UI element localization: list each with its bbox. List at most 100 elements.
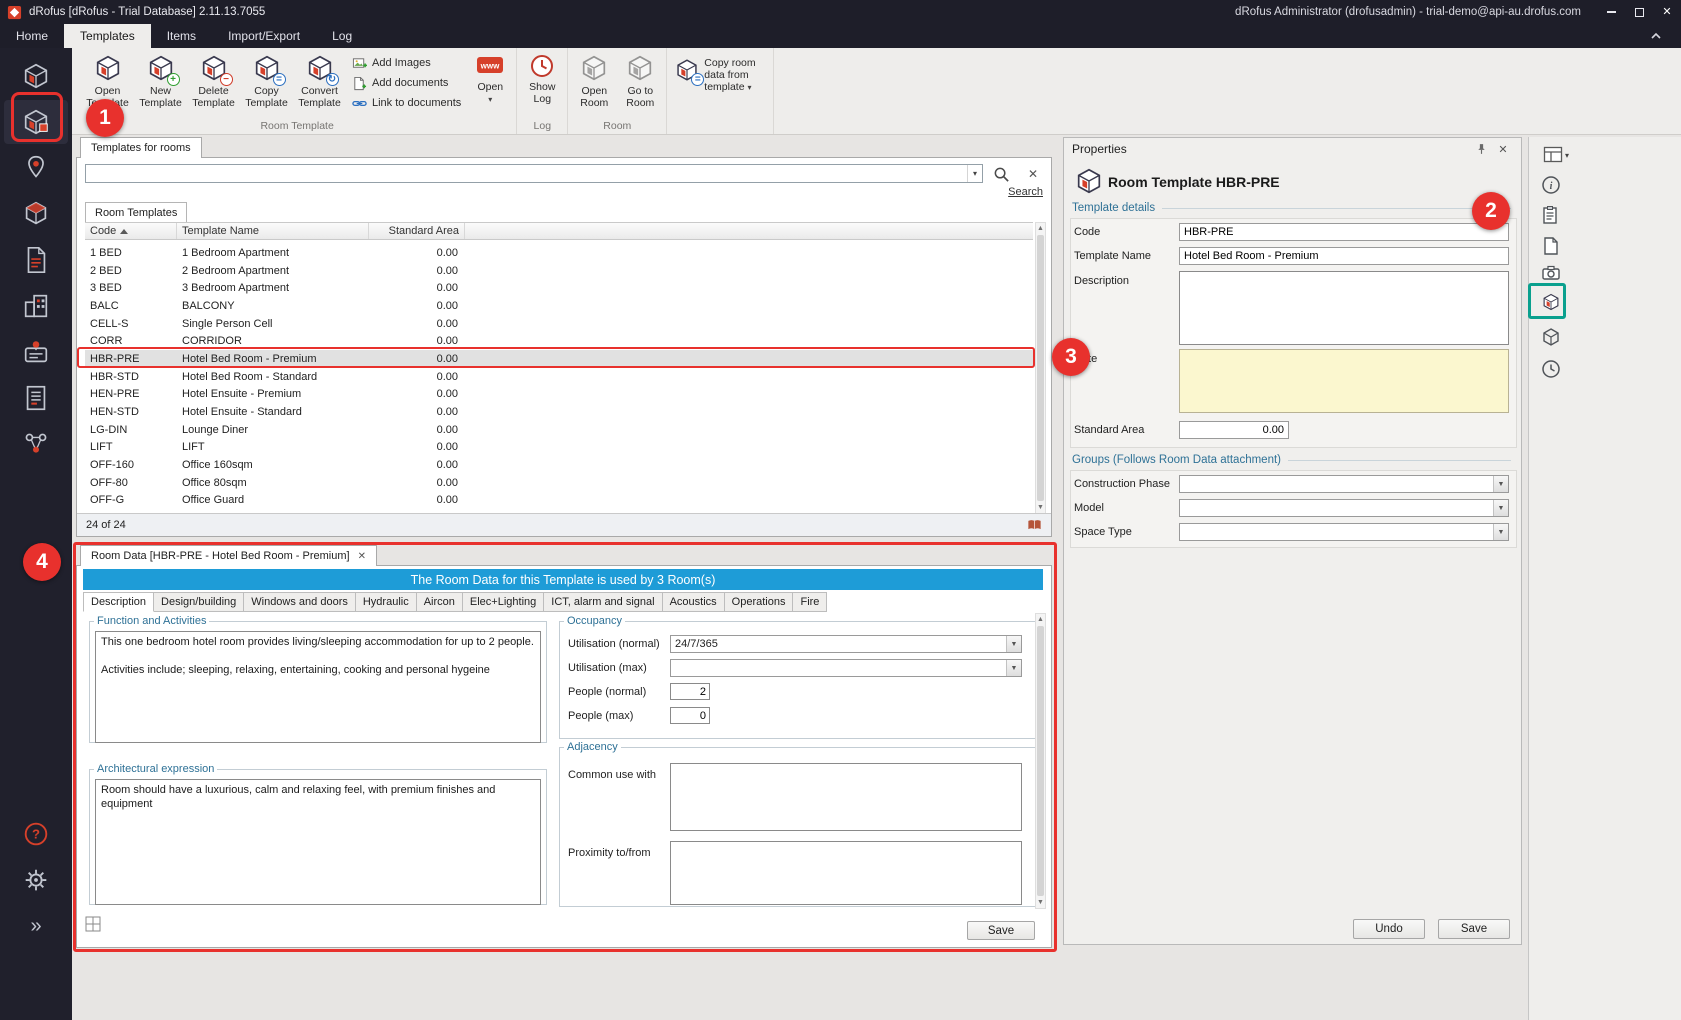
undo-button[interactable]: Undo [1353, 919, 1425, 939]
column-header-template-name[interactable]: Template Name [177, 223, 369, 239]
sidebar-item-documents[interactable] [4, 238, 68, 282]
note-textarea[interactable] [1179, 349, 1509, 413]
column-header-code[interactable]: Code [85, 223, 177, 239]
pin-panel-button[interactable] [1471, 139, 1491, 159]
standard-area-input[interactable] [1179, 421, 1289, 439]
minimize-button[interactable] [1597, 0, 1625, 24]
tab-home[interactable]: Home [0, 24, 64, 48]
copy-template-button[interactable]: = Copy Template [240, 49, 293, 115]
sidebar-item-systems[interactable] [4, 330, 68, 374]
chevron-down-icon: ▼ [1493, 476, 1508, 492]
www-icon: www [476, 53, 504, 79]
templates-for-rooms-tab[interactable]: Templates for rooms [80, 137, 202, 158]
construction-phase-select[interactable]: ▼ [1179, 475, 1509, 493]
code-input[interactable] [1179, 223, 1509, 241]
close-button[interactable]: ✕ [1653, 0, 1681, 24]
table-row[interactable]: HBR-STD Hotel Bed Room - Standard 0.00 [85, 368, 1033, 386]
template-search-input[interactable] [86, 166, 967, 181]
groups-section: Groups (Follows Room Data attachment) [1072, 454, 1511, 466]
convert-template-button[interactable]: ↻ Convert Template [293, 49, 346, 115]
history-tab[interactable] [1534, 355, 1568, 383]
clock-icon [1541, 359, 1561, 379]
close-panel-button[interactable]: ✕ [1493, 139, 1513, 159]
cell-template-name: Lounge Diner [177, 424, 369, 436]
clear-search-button[interactable]: ✕ [1023, 164, 1043, 184]
log-book-icon[interactable] [1027, 518, 1042, 532]
close-icon: ✕ [1028, 167, 1038, 181]
column-header-standard-area[interactable]: Standard Area [369, 223, 465, 239]
buildings-icon [21, 291, 51, 321]
cell-template-name: Hotel Bed Room - Standard [177, 371, 369, 383]
table-row[interactable]: OFF-160 Office 160sqm 0.00 [85, 456, 1033, 474]
sidebar-item-products[interactable] [4, 192, 68, 236]
table-row[interactable]: 2 BED 2 Bedroom Apartment 0.00 [85, 262, 1033, 280]
close-icon: ✕ [1498, 143, 1507, 156]
tab-import-export[interactable]: Import/Export [212, 24, 316, 48]
copy-template-label: Copy Template [240, 85, 293, 109]
sidebar-item-settings[interactable] [4, 858, 68, 902]
description-textarea[interactable] [1179, 271, 1509, 345]
annotation-box-row [77, 347, 1035, 368]
table-row[interactable]: 3 BED 3 Bedroom Apartment 0.00 [85, 279, 1033, 297]
documents-tab[interactable] [1534, 232, 1568, 260]
annotation-badge-4: 4 [23, 543, 61, 581]
add-images-button[interactable]: Add Images [352, 55, 461, 71]
sidebar-item-contacts[interactable] [4, 422, 68, 466]
table-row[interactable]: OFF-G Office Guard 0.00 [85, 492, 1033, 510]
link-to-documents-button[interactable]: Link to documents [352, 95, 461, 111]
chevron-up-icon [1650, 31, 1662, 41]
code-label: Code [1074, 226, 1100, 238]
room-templates-tab[interactable]: Room Templates [85, 202, 187, 222]
table-row[interactable]: LG-DIN Lounge Diner 0.00 [85, 421, 1033, 439]
table-row[interactable]: BALC BALCONY 0.00 [85, 297, 1033, 315]
properties-save-button[interactable]: Save [1438, 919, 1510, 939]
view-layout-button[interactable]: ▾ [1534, 141, 1578, 169]
table-row[interactable]: HEN-PRE Hotel Ensuite - Premium 0.00 [85, 386, 1033, 404]
open-room-button[interactable]: Open Room [571, 49, 617, 115]
show-log-button[interactable]: Show Log [520, 49, 564, 115]
tab-templates[interactable]: Templates [64, 24, 151, 48]
add-documents-button[interactable]: Add documents [352, 75, 461, 91]
space-type-select[interactable]: ▼ [1179, 523, 1509, 541]
template-name-input[interactable] [1179, 247, 1509, 265]
table-row[interactable]: OFF-80 Office 80sqm 0.00 [85, 474, 1033, 492]
sidebar-item-expand[interactable]: » [4, 904, 68, 948]
table-row[interactable]: HEN-STD Hotel Ensuite - Standard 0.00 [85, 403, 1033, 421]
title-bar: dRofus [dRofus - Trial Database] 2.11.13… [0, 0, 1681, 24]
double-chevron-icon: » [30, 915, 41, 938]
new-template-button[interactable]: + New Template [134, 49, 187, 115]
model-select[interactable]: ▼ [1179, 499, 1509, 517]
sidebar-item-buildings[interactable] [4, 284, 68, 328]
ribbon-group-room: Open Room Go to Room Room [568, 48, 667, 134]
table-row[interactable]: CELL-S Single Person Cell 0.00 [85, 315, 1033, 333]
copy-room-data-button[interactable]: = Copy room data from template ▾ [670, 49, 770, 94]
add-images-label: Add Images [372, 57, 431, 69]
maximize-button[interactable] [1625, 0, 1653, 24]
www-open-button[interactable]: www Open ▾ [467, 49, 513, 115]
sidebar-item-reports[interactable] [4, 376, 68, 420]
open-room-label: Open Room [571, 85, 617, 109]
properties-save-label: Save [1461, 923, 1487, 935]
cell-template-name: 1 Bedroom Apartment [177, 247, 369, 259]
room-data-sheet-tab[interactable] [1534, 201, 1568, 229]
scrollbar-thumb[interactable] [1037, 235, 1044, 501]
sidebar-item-items[interactable] [4, 146, 68, 190]
model-tab[interactable] [1534, 323, 1568, 351]
tab-log[interactable]: Log [316, 24, 368, 48]
search-link[interactable]: Search [1008, 186, 1043, 198]
table-row[interactable]: LIFT LIFT 0.00 [85, 439, 1033, 457]
info-icon: i [1541, 175, 1561, 195]
table-row[interactable]: 1 BED 1 Bedroom Apartment 0.00 [85, 244, 1033, 262]
search-button[interactable] [991, 164, 1011, 184]
info-tab[interactable]: i [1534, 171, 1568, 199]
collapse-ribbon-button[interactable] [1647, 29, 1665, 43]
table-scrollbar[interactable]: ▲ ▼ [1035, 222, 1046, 514]
cell-template-name: Office 80sqm [177, 477, 369, 489]
tab-items[interactable]: Items [151, 24, 212, 48]
delete-template-button[interactable]: − Delete Template [187, 49, 240, 115]
sidebar-item-help[interactable]: ? [4, 812, 68, 856]
cell-code: 3 BED [85, 282, 177, 294]
cell-code: CELL-S [85, 318, 177, 330]
go-to-room-button[interactable]: Go to Room [617, 49, 663, 115]
area-header-label: Standard Area [389, 225, 459, 237]
